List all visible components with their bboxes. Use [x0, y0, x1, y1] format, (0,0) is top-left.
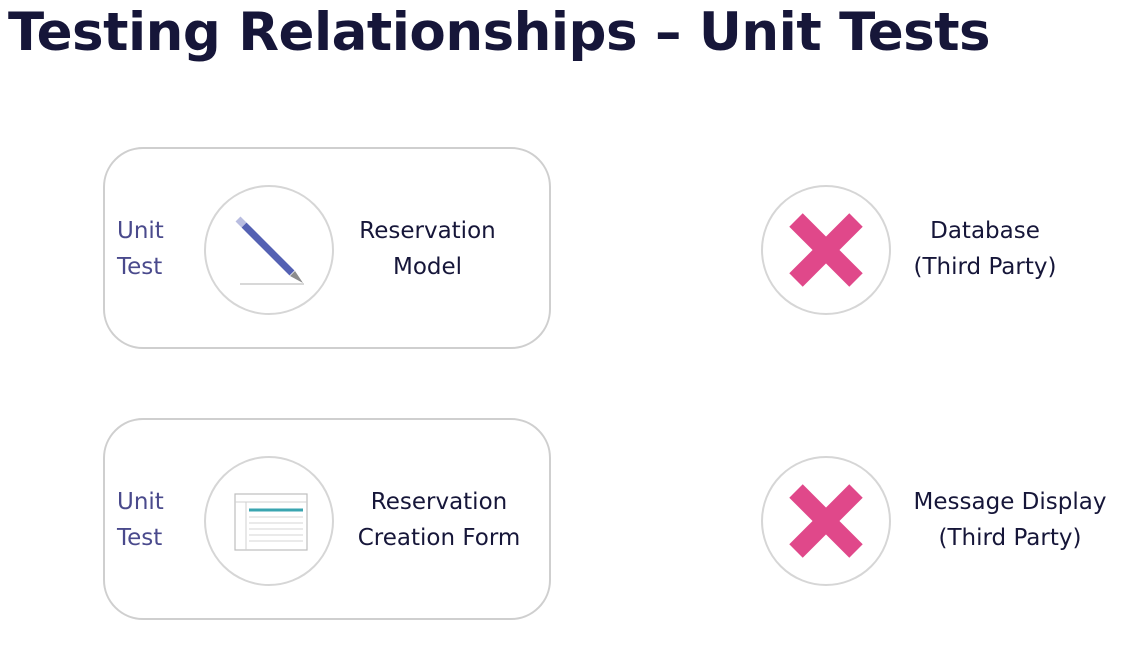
- dependency-label: Message Display (Third Party): [895, 484, 1125, 556]
- component-icon-circle: [204, 185, 334, 315]
- dependency-icon-circle: [761, 456, 891, 586]
- component-label-line: Reservation: [359, 218, 496, 244]
- pencil-icon: [235, 216, 304, 285]
- dependency-label-line: Message Display: [913, 489, 1107, 515]
- dependency-label-line: (Third Party): [938, 525, 1082, 551]
- component-label-line: Creation Form: [357, 525, 521, 551]
- component-label-line: Model: [392, 254, 463, 280]
- unit-test-tag: Unit Test: [117, 484, 164, 556]
- component-label: Reservation Model: [335, 213, 520, 285]
- dependency-icon-circle: [761, 185, 891, 315]
- dependency-label: Database (Third Party): [880, 213, 1090, 285]
- cross-icon: [789, 484, 863, 558]
- unit-test-tag-line: Test: [117, 254, 163, 280]
- slide-title: Testing Relationships – Unit Tests: [8, 2, 991, 63]
- component-label: Reservation Creation Form: [335, 484, 543, 556]
- unit-test-tag-line: Test: [117, 525, 163, 551]
- cross-icon: [789, 213, 863, 287]
- unit-test-tag: Unit Test: [117, 213, 164, 285]
- dependency-label-line: Database: [930, 218, 1040, 244]
- unit-test-tag-line: Unit: [117, 218, 164, 244]
- component-icon-circle: [204, 456, 334, 586]
- unit-test-tag-line: Unit: [117, 489, 164, 515]
- component-label-line: Reservation: [370, 489, 508, 515]
- dependency-label-line: (Third Party): [913, 254, 1057, 280]
- form-window-icon: [234, 493, 308, 551]
